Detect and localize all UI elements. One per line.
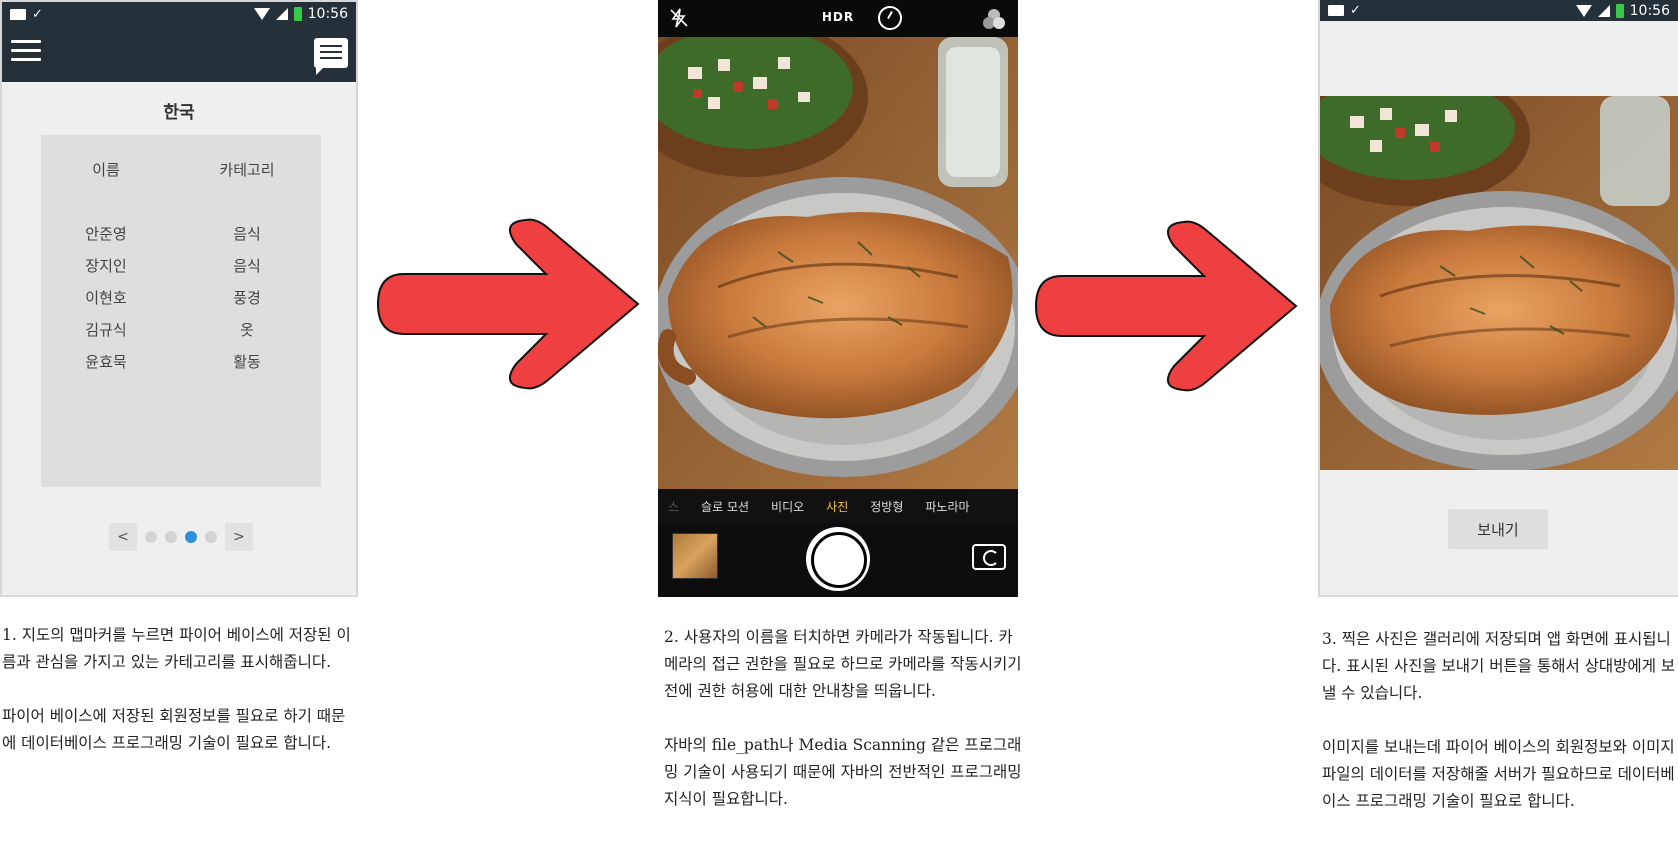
table-cell-category: 옷 <box>240 321 254 339</box>
mode-panorama[interactable]: 파노라마 <box>925 498 969 515</box>
mode-time-lapse[interactable]: 스 <box>668 498 679 515</box>
signal-icon <box>1597 4 1610 17</box>
screen-3-send-photo: ✓ 10:56 보내기 <box>1318 0 1678 597</box>
captured-photo-image <box>1320 96 1678 470</box>
camera-mode-selector: 스 슬로 모션 비디오 사진 정방형 파노라마 <box>658 489 1018 523</box>
caption-paragraph: 2. 사용자의 이름을 터치하면 카메라가 작동됩니다. 카메라의 접근 권한을… <box>664 628 1022 700</box>
member-table: 이름 카테고리 안준영 음식 장지인 음식 이현호 풍경 김규식 옷 윤효묵 활… <box>41 135 321 487</box>
battery-icon <box>1615 3 1624 18</box>
mode-photo[interactable]: 사진 <box>826 498 848 515</box>
filters-icon[interactable] <box>982 8 1006 30</box>
check-icon: ✓ <box>1350 3 1361 18</box>
pager-prev-button[interactable]: < <box>109 523 137 551</box>
mode-slow-motion[interactable]: 슬로 모션 <box>701 498 749 515</box>
wifi-icon <box>1575 4 1592 17</box>
right-arrow-graphic <box>376 218 640 390</box>
status-bar: ✓ 10:56 <box>2 2 356 26</box>
caption-paragraph: 파이어 베이스에 저장된 회원정보를 필요로 하기 때문에 데이터베이스 프로그… <box>2 707 346 752</box>
switch-camera-icon[interactable] <box>972 544 1006 570</box>
mail-icon <box>1328 5 1344 16</box>
pager-dot[interactable] <box>165 531 177 543</box>
hdr-toggle[interactable] <box>806 6 870 30</box>
pager-dot-active[interactable] <box>185 531 197 543</box>
status-bar: ✓ 10:56 <box>1320 0 1678 21</box>
table-cell-category: 음식 <box>233 225 261 243</box>
table-cell-name[interactable]: 장지인 <box>41 255 171 276</box>
caption-step-2: 2. 사용자의 이름을 터치하면 카메라가 작동됩니다. 카메라의 접근 권한을… <box>664 624 1024 840</box>
table-cell-category: 음식 <box>233 257 261 275</box>
check-icon: ✓ <box>32 6 43 22</box>
hamburger-menu-icon[interactable] <box>11 40 41 64</box>
pager-dot[interactable] <box>145 531 157 543</box>
mode-video[interactable]: 비디오 <box>771 498 804 515</box>
mode-square[interactable]: 정방형 <box>870 498 903 515</box>
caption-paragraph: 1. 지도의 맵마커를 누르면 파이어 베이스에 저장된 이름과 관심을 가지고… <box>2 626 351 671</box>
wifi-icon <box>253 8 270 20</box>
caption-paragraph: 자바의 file_path나 Media Scanning 같은 프로그래밍 기… <box>664 736 1022 808</box>
pager: < > <box>102 522 260 552</box>
last-photo-thumbnail[interactable] <box>672 533 718 579</box>
screen-1-category-list: ✓ 10:56 한국 이름 카테고리 안준영 음식 장지인 음식 이현호 풍경 … <box>0 0 358 597</box>
shutter-button[interactable] <box>806 527 870 591</box>
page-title: 한국 <box>163 103 195 123</box>
camera-bottom-bar <box>658 523 1018 597</box>
screen-2-camera: HDR 스 슬로 모션 비디오 사진 정방형 파노라마 <box>658 0 1018 597</box>
camera-top-bar: HDR <box>658 0 1018 37</box>
table-cell-category: 풍경 <box>233 289 261 307</box>
timer-icon[interactable] <box>878 6 902 30</box>
pager-dot[interactable] <box>205 531 217 543</box>
table-cell-name[interactable]: 안준영 <box>41 223 171 244</box>
send-button[interactable]: 보내기 <box>1448 509 1548 549</box>
status-time: 10:56 <box>307 6 348 22</box>
caption-step-3: 3. 찍은 사진은 갤러리에 저장되며 앱 화면에 표시됩니다. 표시된 사진을… <box>1322 626 1678 842</box>
column-header-category: 카테고리 <box>219 161 275 179</box>
caption-step-1: 1. 지도의 맵마커를 누르면 파이어 베이스에 저장된 이름과 관심을 가지고… <box>2 622 354 784</box>
table-cell-name[interactable]: 윤효묵 <box>41 351 171 372</box>
caption-paragraph: 3. 찍은 사진은 갤러리에 저장되며 앱 화면에 표시됩니다. 표시된 사진을… <box>1322 630 1676 702</box>
table-cell-name[interactable]: 이현호 <box>41 287 171 308</box>
column-header-name: 이름 <box>92 161 120 179</box>
signal-icon <box>275 8 288 20</box>
caption-paragraph: 이미지를 보내는데 파이어 베이스의 회원정보와 이미지 파일의 데이터를 저장… <box>1322 738 1675 810</box>
table-cell-name[interactable]: 김규식 <box>41 319 171 340</box>
status-time: 10:56 <box>1629 2 1670 19</box>
app-bar <box>2 26 356 82</box>
pager-next-button[interactable]: > <box>225 523 253 551</box>
camera-viewfinder-image[interactable] <box>658 37 1018 489</box>
mail-icon <box>10 8 26 20</box>
battery-icon <box>293 7 302 21</box>
chat-icon[interactable] <box>314 38 348 75</box>
table-cell-category: 활동 <box>233 353 261 371</box>
right-arrow-graphic <box>1034 220 1298 392</box>
